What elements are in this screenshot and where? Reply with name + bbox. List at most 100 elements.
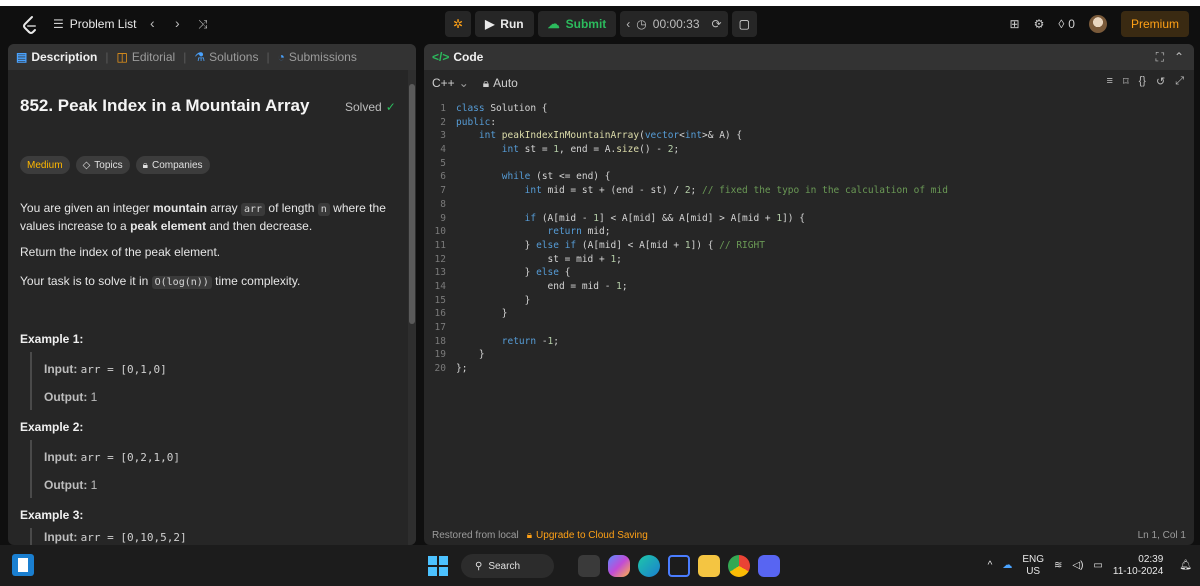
notification-bell-icon[interactable]: 🔔︎ bbox=[1179, 560, 1192, 571]
tab-submissions[interactable]: ◔ Submissions bbox=[278, 50, 357, 64]
code-line[interactable]: 17 bbox=[424, 321, 1184, 335]
run-label: Run bbox=[500, 17, 524, 31]
premium-button[interactable]: Premium bbox=[1120, 11, 1189, 37]
braces-icon[interactable]: {} bbox=[1139, 75, 1146, 88]
prev-problem-icon[interactable]: ‹ bbox=[150, 15, 155, 31]
code-line[interactable]: 12 st = mid + 1; bbox=[424, 253, 1184, 267]
layout-icon[interactable]: ⊞ bbox=[1010, 17, 1020, 31]
task-view-icon[interactable] bbox=[578, 555, 600, 577]
maximize-icon[interactable]: ⛶ bbox=[1156, 50, 1164, 65]
code-line[interactable]: 9 if (A[mid - 1] < A[mid] && A[mid] > A[… bbox=[424, 212, 1184, 226]
taskbar-search[interactable]: ⚲ Search bbox=[461, 554, 554, 578]
volume-icon[interactable]: ◁) bbox=[1072, 560, 1083, 571]
code-text: public: bbox=[456, 116, 497, 128]
auto-mode[interactable]: 🔒︎ Auto bbox=[483, 76, 518, 91]
companies-label: Companies bbox=[151, 159, 203, 171]
code-line[interactable]: 6 while (st <= end) { bbox=[424, 170, 1184, 184]
avatar[interactable] bbox=[1088, 15, 1107, 33]
debug-button[interactable]: ✲ bbox=[445, 11, 472, 37]
chevron-up-icon[interactable]: ^ bbox=[988, 560, 993, 571]
code-text: return -1; bbox=[501, 335, 560, 347]
battery-icon[interactable]: ▭ bbox=[1093, 560, 1102, 571]
leetcode-logo-icon[interactable] bbox=[20, 15, 40, 35]
collapse-icon[interactable]: ⌃ bbox=[1174, 50, 1184, 64]
line-number: 16 bbox=[434, 308, 446, 320]
streak-counter[interactable]: ◊ 0 bbox=[1058, 17, 1075, 31]
lang-bottom: US bbox=[1026, 565, 1041, 577]
scroll-thumb[interactable] bbox=[409, 84, 415, 324]
line-number: 17 bbox=[434, 322, 446, 333]
store-icon[interactable] bbox=[668, 555, 690, 577]
bookmark-icon[interactable]: ⌑ bbox=[1123, 75, 1129, 88]
onedrive-icon[interactable]: ☁ bbox=[1002, 560, 1012, 571]
submit-button[interactable]: ☁ Submit bbox=[537, 11, 617, 37]
description-tabs: ▤ Description | ◫ Editorial | ⚗ Solution… bbox=[8, 44, 416, 70]
companies-chip[interactable]: 🔒︎ Companies bbox=[135, 156, 210, 174]
code-line[interactable]: 13 } else { bbox=[424, 266, 1184, 280]
next-problem-icon[interactable]: › bbox=[175, 15, 180, 31]
collapse-timer-icon[interactable]: ‹ bbox=[626, 17, 630, 31]
code-line[interactable]: 5 bbox=[424, 157, 1184, 171]
upgrade-label: Upgrade to Cloud Saving bbox=[536, 530, 648, 541]
reset-timer-icon[interactable]: ⟳ bbox=[712, 17, 722, 31]
description-panel: ▤ Description | ◫ Editorial | ⚗ Solution… bbox=[8, 44, 416, 545]
submit-label: Submit bbox=[565, 17, 607, 31]
code-line[interactable]: 16 } bbox=[424, 307, 1184, 321]
shuffle-icon[interactable]: ⤨ bbox=[198, 17, 208, 32]
code-line[interactable]: 14 end = mid - 1; bbox=[424, 280, 1184, 294]
wifi-icon[interactable]: ≋ bbox=[1054, 560, 1062, 571]
language-indicator[interactable]: ENG US bbox=[1022, 554, 1044, 578]
file-explorer-icon[interactable] bbox=[698, 555, 720, 577]
code-line[interactable]: 8 bbox=[424, 198, 1184, 212]
code-line[interactable]: 20}; bbox=[424, 362, 1184, 376]
description-scrollbar[interactable] bbox=[408, 70, 416, 545]
note-icon: ▢ bbox=[738, 17, 750, 31]
chrome-icon[interactable] bbox=[728, 555, 750, 577]
tab-editorial[interactable]: ◫ Editorial bbox=[116, 50, 175, 64]
complexity-statement: Your task is to solve it in O(log(n)) ti… bbox=[20, 273, 400, 291]
clock-time: 02:39 bbox=[1138, 553, 1164, 565]
settings-gear-icon[interactable]: ⚙ bbox=[1034, 17, 1045, 31]
clock-icon: ◷ bbox=[636, 17, 647, 31]
chevron-down-icon: ⌄ bbox=[458, 76, 469, 90]
tab-solutions[interactable]: ⚗ Solutions bbox=[194, 50, 258, 64]
tab-description[interactable]: ▤ Description bbox=[16, 50, 97, 64]
topics-chip[interactable]: ◇ Topics bbox=[75, 156, 130, 174]
code-text: } bbox=[456, 294, 531, 306]
code-line[interactable]: 10 return mid; bbox=[424, 225, 1184, 239]
tab-editorial-label: Editorial bbox=[131, 50, 176, 64]
code-line[interactable]: 18 return -1; bbox=[424, 335, 1184, 349]
problem-list-button[interactable]: ☰ Problem List bbox=[53, 17, 136, 31]
expand-icon[interactable]: ⤢ bbox=[1175, 75, 1184, 88]
timer[interactable]: ‹ ◷ 00:00:33 ⟳ bbox=[620, 11, 728, 37]
upgrade-cloud-link[interactable]: 🔒︎ Upgrade to Cloud Saving bbox=[527, 530, 648, 541]
input-label: Input: bbox=[44, 530, 78, 544]
code-line[interactable]: 2 public: bbox=[424, 116, 1184, 130]
language-selector[interactable]: C++ ⌄ bbox=[432, 76, 469, 90]
statement-bold-peak: peak element bbox=[130, 219, 207, 233]
code-line[interactable]: 7 int mid = st + (end - st) / 2; // fixe… bbox=[424, 184, 1184, 198]
windows-start-icon[interactable] bbox=[428, 556, 448, 576]
clock[interactable]: 02:39 11-10-2024 bbox=[1113, 554, 1163, 578]
code-editor[interactable]: 1 class Solution {2 public: 3 int peakIndex… bbox=[424, 102, 1184, 376]
statement-text: You are given an integer bbox=[20, 201, 153, 215]
code-line[interactable]: 11 } else if (A[mid] < A[mid + 1]) { // … bbox=[424, 239, 1184, 253]
edge-icon[interactable] bbox=[638, 555, 660, 577]
example-1-title: Example 1: bbox=[20, 332, 84, 346]
code-line[interactable]: 19 } bbox=[424, 348, 1184, 362]
format-icon[interactable]: ≡ bbox=[1107, 75, 1113, 88]
copilot-icon[interactable] bbox=[608, 555, 630, 577]
run-button[interactable]: ▶ Run bbox=[475, 11, 534, 37]
code-line[interactable]: 3 int peakIndexInMountainArray(vector<in… bbox=[424, 129, 1184, 143]
history-icon: ◔ bbox=[277, 50, 285, 64]
language-value: C++ bbox=[432, 76, 455, 90]
code-line[interactable]: 4 int st = 1, end = A.size() - 2; bbox=[424, 143, 1184, 157]
notes-button[interactable]: ▢ bbox=[731, 11, 757, 37]
code-line[interactable]: 15 } bbox=[424, 294, 1184, 308]
code-line[interactable]: 1 class Solution { bbox=[424, 102, 1184, 116]
widgets-icon[interactable] bbox=[12, 554, 34, 576]
tab-code[interactable]: </> Code bbox=[432, 50, 483, 64]
reset-icon[interactable]: ↺ bbox=[1156, 75, 1165, 88]
streak-value: 0 bbox=[1068, 17, 1075, 31]
discord-icon[interactable] bbox=[758, 555, 780, 577]
